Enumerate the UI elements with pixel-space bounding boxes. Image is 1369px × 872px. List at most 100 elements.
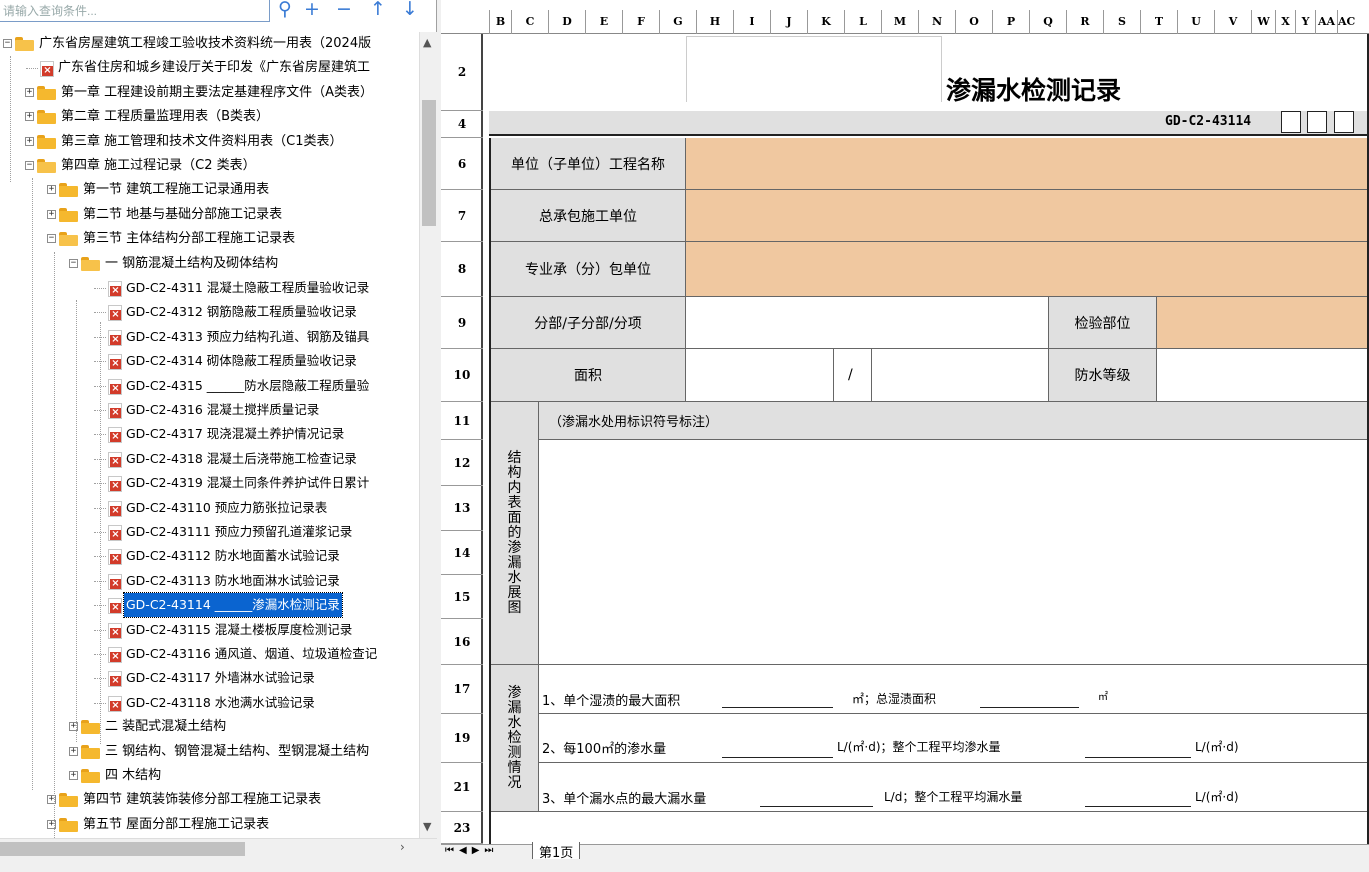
row-header[interactable]: 19	[441, 714, 483, 763]
collapse-icon[interactable]: −	[47, 234, 56, 244]
column-header[interactable]: D	[548, 10, 585, 34]
tree-item-document[interactable]: GD-C2-4313 预应力结构孔道、钢筋及锚具	[0, 325, 419, 349]
scrollbar-thumb[interactable]	[422, 100, 436, 226]
row-header[interactable]: 12	[441, 440, 483, 486]
item1-value1-line[interactable]	[722, 707, 833, 708]
tree-item-document[interactable]: GD-C2-43110 预应力筋张拉记录表	[0, 496, 419, 520]
tree-item-label[interactable]: 第四章 施工过程记录（C2 类表）	[59, 154, 258, 178]
row-header[interactable]: 14	[441, 531, 483, 575]
column-header[interactable]: K	[807, 10, 844, 34]
search-input[interactable]	[0, 0, 270, 22]
tree-item-label[interactable]: GD-C2-43113 防水地面淋水试验记录	[124, 569, 342, 593]
item1-value2-line[interactable]	[980, 707, 1079, 708]
column-header[interactable]: F	[622, 10, 659, 34]
row-header[interactable]: 7	[441, 190, 483, 242]
scrollbar-thumb[interactable]	[0, 842, 245, 856]
leak-diagram-area[interactable]	[539, 440, 1369, 665]
column-header[interactable]: H	[696, 10, 733, 34]
row-header[interactable]: 8	[441, 242, 483, 297]
tree-item-document[interactable]: GD-C2-43114 ______渗漏水检测记录	[0, 592, 419, 619]
column-header[interactable]: E	[585, 10, 622, 34]
tree-item-document[interactable]: GD-C2-43118 水池满水试验记录	[0, 691, 419, 715]
code-box-3[interactable]	[1334, 111, 1354, 133]
column-header[interactable]: T	[1140, 10, 1177, 34]
expand-icon[interactable]: +	[25, 136, 34, 146]
tree-item-folder[interactable]: + 第一章 工程建设前期主要法定基建程序文件（A类表）	[0, 81, 419, 105]
column-header[interactable]: B	[489, 10, 511, 34]
column-header[interactable]: U	[1177, 10, 1214, 34]
collapse-icon[interactable]: −	[3, 39, 12, 48]
tree-item-label[interactable]: GD-C2-43117 外墙淋水试验记录	[124, 666, 317, 690]
tree-item-folder[interactable]: − 第四章 施工过程记录（C2 类表）	[0, 154, 419, 178]
tree-item-label[interactable]: 第四节 建筑装饰装修分部工程施工记录表	[81, 788, 323, 812]
tree-item-folder[interactable]: − 广东省房屋建筑工程竣工验收技术资料统一用表（2024版	[0, 32, 419, 56]
tree-item-document[interactable]: GD-C2-4319 混凝土同条件养护试件日累计	[0, 471, 419, 495]
tree-item-folder[interactable]: − 一 钢筋混凝土结构及砌体结构	[0, 252, 419, 276]
scroll-right-icon[interactable]: ›	[400, 840, 405, 854]
expand-icon[interactable]: +	[25, 87, 34, 97]
tree-item-document[interactable]: GD-C2-4314 砌体隐蔽工程质量验收记录	[0, 349, 419, 373]
row-header[interactable]: 10	[441, 349, 483, 402]
column-header[interactable]: Y	[1295, 10, 1315, 34]
title-blank-box[interactable]	[686, 36, 942, 102]
column-header[interactable]: V	[1214, 10, 1251, 34]
tree-item-document[interactable]: GD-C2-4316 混凝土搅拌质量记录	[0, 398, 419, 422]
tree-item-document[interactable]: GD-C2-4318 混凝土后浇带施工检查记录	[0, 447, 419, 471]
tree-item-folder[interactable]: + 四 木结构	[0, 764, 419, 788]
tree-item-document[interactable]: GD-C2-4312 钢筋隐蔽工程质量验收记录	[0, 300, 419, 324]
column-header[interactable]: S	[1103, 10, 1140, 34]
tree-item-folder[interactable]: − 第三节 主体结构分部工程施工记录表	[0, 227, 419, 251]
area-field-2[interactable]	[872, 349, 1049, 402]
tree-item-label[interactable]: 第三章 施工管理和技术文件资料用表（C1类表）	[59, 130, 344, 154]
collapse-icon[interactable]: −	[69, 258, 78, 268]
subcontractor-field[interactable]	[686, 242, 1369, 297]
row-header[interactable]: 6	[441, 138, 483, 190]
project-name-field[interactable]	[686, 138, 1369, 190]
tree-item-label[interactable]: GD-C2-4313 预应力结构孔道、钢筋及锚具	[124, 325, 371, 349]
tree-item-document[interactable]: GD-C2-4317 现浇混凝土养护情况记录	[0, 422, 419, 446]
tree-item-label[interactable]: GD-C2-4316 混凝土搅拌质量记录	[124, 398, 321, 422]
expand-icon[interactable]: +	[69, 746, 78, 756]
tree-item-folder[interactable]: + 第二节 地基与基础分部施工记录表	[0, 203, 419, 227]
tree-item-label[interactable]: GD-C2-4319 混凝土同条件养护试件日累计	[124, 471, 371, 495]
tree-item-folder[interactable]: + 第五节 屋面分部工程施工记录表	[0, 813, 419, 837]
tree-item-folder[interactable]: + 第四节 建筑装饰装修分部工程施工记录表	[0, 788, 419, 812]
tree-item-label[interactable]: 第二节 地基与基础分部施工记录表	[81, 203, 284, 227]
column-header[interactable]: X	[1275, 10, 1295, 34]
tree-item-label[interactable]: 第一章 工程建设前期主要法定基建程序文件（A类表）	[59, 81, 375, 105]
tree-item-label[interactable]: 第一节 建筑工程施工记录通用表	[81, 178, 271, 202]
tree-item-label[interactable]: GD-C2-43114 ______渗漏水检测记录	[123, 592, 343, 619]
tree-item-label[interactable]: 二 装配式混凝土结构	[103, 715, 228, 739]
tree-item-label[interactable]: GD-C2-43112 防水地面蓄水试验记录	[124, 544, 342, 568]
expand-icon[interactable]: +	[25, 112, 34, 122]
tree-item-label[interactable]: 一 钢筋混凝土结构及砌体结构	[103, 252, 280, 276]
tree-item-folder[interactable]: + 第三章 施工管理和技术文件资料用表（C1类表）	[0, 130, 419, 154]
tree-item-document[interactable]: GD-C2-43116 通风道、烟道、垃圾道检查记	[0, 642, 419, 666]
tab-nav-icon[interactable]: ⏮◀▶⏭	[445, 845, 498, 856]
scroll-down-icon[interactable]: ▼	[423, 820, 431, 833]
tree-item-label[interactable]: GD-C2-4317 现浇混凝土养护情况记录	[124, 422, 346, 446]
expand-icon[interactable]: +	[47, 185, 56, 195]
tree-item-label[interactable]: GD-C2-43111 预应力预留孔道灌浆记录	[124, 520, 354, 544]
tree-item-document[interactable]: GD-C2-4311 混凝土隐蔽工程质量验收记录	[0, 276, 419, 300]
expand-icon[interactable]: +	[69, 771, 78, 780]
column-header[interactable]: W	[1251, 10, 1275, 34]
tree-item-label[interactable]: GD-C2-4315 ______防水层隐蔽工程质量验	[124, 374, 371, 398]
row-header[interactable]: 16	[441, 619, 483, 665]
row-header[interactable]: 2	[441, 34, 483, 111]
column-header[interactable]: O	[955, 10, 992, 34]
tree-item-label[interactable]: 四 木结构	[103, 764, 163, 788]
tree-item-document[interactable]: GD-C2-43111 预应力预留孔道灌浆记录	[0, 520, 419, 544]
scroll-up-icon[interactable]: ▲	[423, 36, 431, 49]
row-header[interactable]: 23	[441, 812, 483, 844]
tree-item-folder[interactable]: + 第二章 工程质量监理用表（B类表）	[0, 105, 419, 129]
division-field[interactable]	[686, 297, 1049, 349]
item3-value2-line[interactable]	[1085, 806, 1191, 807]
tree-item-document[interactable]: GD-C2-4315 ______防水层隐蔽工程质量验	[0, 374, 419, 398]
row-header[interactable]: 17	[441, 665, 483, 714]
inspect-location-field[interactable]	[1157, 297, 1369, 349]
column-header[interactable]: N	[918, 10, 955, 34]
tree-item-label[interactable]: GD-C2-43110 预应力筋张拉记录表	[124, 496, 329, 520]
column-header[interactable]: P	[992, 10, 1029, 34]
column-header[interactable]: AC	[1337, 10, 1355, 34]
